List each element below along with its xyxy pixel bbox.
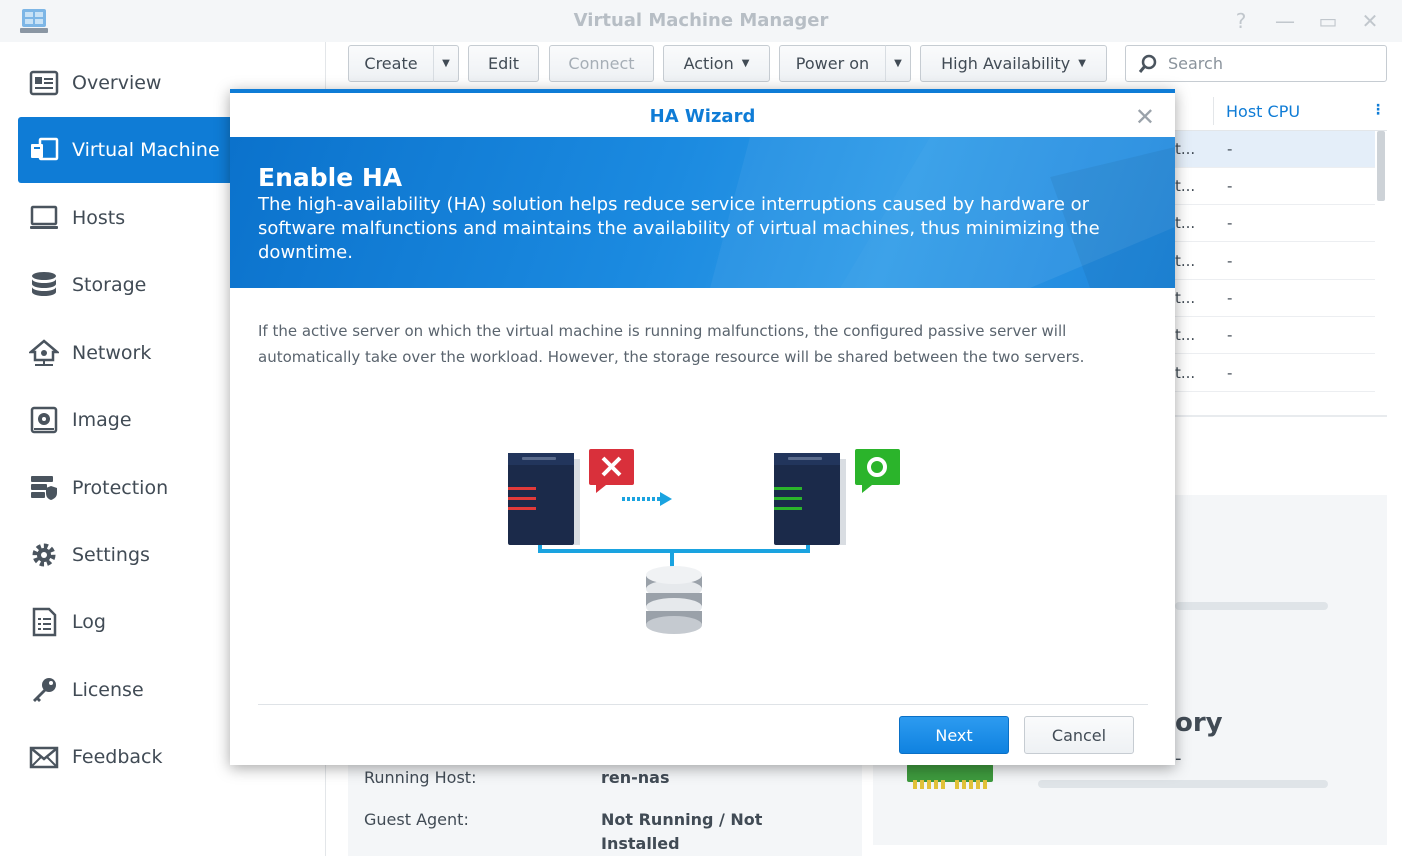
- ha-illustration: [508, 449, 900, 634]
- sidebar-item-label: Log: [72, 611, 106, 633]
- table-row[interactable]: t... -: [1175, 317, 1375, 354]
- sidebar-item-label: Image: [72, 409, 132, 431]
- ha-wizard-dialog: HA Wizard ✕ Enable HA The high-availabil…: [230, 89, 1175, 765]
- sidebar-item-label: License: [72, 679, 144, 701]
- running-host-label: Running Host:: [364, 768, 477, 787]
- column-header-host-cpu[interactable]: Host CPU: [1226, 102, 1300, 121]
- sidebar-item-label: Protection: [72, 477, 169, 499]
- power-on-dropdown-button[interactable]: ▼: [885, 45, 911, 82]
- sidebar-item-label: Overview: [72, 72, 162, 94]
- cancel-button[interactable]: Cancel: [1024, 716, 1134, 754]
- image-icon: [28, 404, 60, 436]
- help-icon[interactable]: ?: [1228, 8, 1254, 34]
- maximize-icon[interactable]: ▭: [1315, 8, 1341, 34]
- overview-icon: [28, 67, 60, 99]
- virtual-machine-icon: [28, 134, 60, 166]
- sidebar-item-label: Hosts: [72, 207, 126, 229]
- table-cell: -: [1227, 364, 1233, 382]
- sidebar-item-label: Storage: [72, 274, 147, 296]
- table-cell: t...: [1175, 326, 1196, 344]
- create-button[interactable]: Create: [348, 45, 434, 82]
- license-icon: [28, 674, 60, 706]
- search-input[interactable]: [1168, 54, 1368, 73]
- minimize-icon[interactable]: —: [1272, 8, 1298, 34]
- table-row[interactable]: t... -: [1175, 355, 1375, 392]
- hosts-icon: [28, 202, 60, 234]
- next-button[interactable]: Next: [899, 716, 1009, 754]
- banner-heading: Enable HA: [258, 163, 403, 192]
- grid-header: Host CPU ⋮: [1175, 93, 1387, 131]
- feedback-icon: [28, 741, 60, 773]
- table-row[interactable]: t... -: [1175, 243, 1375, 280]
- action-button[interactable]: Action ▼: [663, 45, 770, 82]
- close-icon[interactable]: ✕: [1135, 103, 1155, 131]
- edit-button[interactable]: Edit: [468, 45, 539, 82]
- table-cell: -: [1227, 289, 1233, 307]
- settings-icon: [28, 539, 60, 571]
- caret-down-icon: ▼: [741, 58, 750, 69]
- table-row[interactable]: t... -: [1175, 280, 1375, 317]
- table-row[interactable]: t... -: [1175, 205, 1375, 242]
- window-title: Virtual Machine Manager: [573, 10, 829, 31]
- panel-divider: [1175, 415, 1387, 417]
- sidebar-item-label: Feedback: [72, 746, 163, 768]
- table-cell: -: [1227, 140, 1233, 158]
- table-cell: t...: [1175, 364, 1196, 382]
- high-availability-label: High Availability: [941, 54, 1071, 73]
- guest-agent-value: Not Running / Not Installed: [601, 810, 763, 853]
- running-host-value: ren-nas: [601, 768, 670, 787]
- table-cell: -: [1227, 214, 1233, 232]
- table-cell: -: [1227, 177, 1233, 195]
- protection-icon: [28, 472, 60, 504]
- ok-icon: [855, 449, 900, 493]
- table-cell: t...: [1175, 252, 1196, 270]
- footer-divider: [258, 704, 1148, 705]
- log-icon: [28, 606, 60, 638]
- table-cell: t...: [1175, 289, 1196, 307]
- memory-value: -: [1175, 748, 1182, 769]
- table-cell: -: [1227, 326, 1233, 344]
- memory-usage-bar: [1038, 780, 1328, 788]
- dialog-title: HA Wizard: [649, 106, 756, 127]
- dialog-body-text: If the active server on which the virtua…: [258, 322, 1085, 366]
- storage-icon: [28, 269, 60, 301]
- active-server-icon: [508, 453, 580, 545]
- table-cell: t...: [1175, 214, 1196, 232]
- sidebar-item-label: Virtual Machine: [72, 139, 220, 161]
- network-icon: [28, 337, 60, 369]
- guest-agent-label: Guest Agent:: [364, 810, 469, 829]
- caret-down-icon: ▼: [1078, 58, 1086, 69]
- memory-title: ory: [1175, 708, 1223, 738]
- table-cell: t...: [1175, 140, 1196, 158]
- error-icon: [589, 449, 634, 493]
- column-divider: [1213, 97, 1214, 125]
- shared-storage-icon: [646, 566, 702, 634]
- failover-arrow-icon: [622, 492, 672, 506]
- table-cell: t...: [1175, 177, 1196, 195]
- power-on-button[interactable]: Power on: [779, 45, 886, 82]
- table-cell: -: [1227, 252, 1233, 270]
- high-availability-button[interactable]: High Availability ▼: [920, 45, 1107, 82]
- grid-scrollbar[interactable]: [1377, 131, 1385, 201]
- title-bar: Virtual Machine Manager ? — ▭ ✕: [0, 0, 1402, 42]
- usage-bar: [1175, 602, 1328, 610]
- dialog-banner: Enable HA The high-availability (HA) sol…: [230, 137, 1175, 288]
- table-row[interactable]: t... -: [1175, 168, 1375, 205]
- caret-down-icon: ▼: [442, 58, 450, 69]
- column-menu-icon[interactable]: ⋮: [1371, 102, 1385, 118]
- connect-button[interactable]: Connect: [549, 45, 654, 82]
- memory-icon: [907, 764, 993, 789]
- search-icon: [1138, 54, 1157, 73]
- table-row[interactable]: t... -: [1175, 131, 1375, 168]
- caret-down-icon: ▼: [894, 58, 902, 69]
- banner-description: The high-availability (HA) solution help…: [258, 194, 1100, 263]
- close-icon[interactable]: ✕: [1357, 8, 1383, 34]
- sidebar-item-label: Settings: [72, 544, 150, 566]
- search-box[interactable]: [1125, 45, 1387, 82]
- sidebar-item-label: Network: [72, 342, 152, 364]
- action-label: Action: [683, 54, 734, 73]
- passive-server-icon: [774, 453, 846, 545]
- create-dropdown-button[interactable]: ▼: [433, 45, 459, 82]
